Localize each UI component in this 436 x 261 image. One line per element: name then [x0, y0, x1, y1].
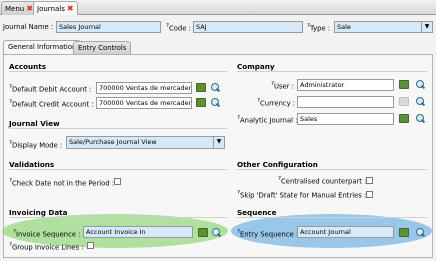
tab-entry-controls[interactable]: Entry Controls [73, 41, 132, 55]
user-label: ?User : [271, 81, 294, 90]
entry-sequence-label: ?Entry Sequence : [237, 229, 298, 238]
display-mode-label-text: Display Mode : [12, 141, 63, 150]
check-date-checkbox[interactable] [114, 178, 121, 185]
section-divider [9, 169, 227, 170]
type-select-value: Sale [337, 23, 351, 31]
folder-icon [399, 97, 409, 106]
search-icon[interactable] [212, 228, 221, 237]
default-credit-label-text: Default Credit Account : [12, 100, 94, 109]
journal-name-label: Journal Name : [3, 23, 54, 31]
folder-icon[interactable] [196, 98, 206, 107]
analytic-journal-label: ?Analytic Journal : [237, 115, 297, 124]
search-icon[interactable] [416, 80, 425, 89]
group-invoice-lines-label-text: Group Invoice Lines : [12, 243, 84, 252]
search-icon[interactable] [416, 97, 425, 106]
display-mode-value: Sale/Purchase Journal View [69, 138, 157, 146]
check-date-label-text: Check Date not in the Period : [12, 179, 115, 188]
analytic-journal-input[interactable]: Sales [297, 113, 394, 125]
default-debit-label-text: Default Debit Account : [12, 85, 92, 94]
search-icon[interactable] [211, 98, 220, 107]
type-label: ?Type : [307, 23, 330, 32]
code-label: ?Code : [166, 23, 191, 32]
entry-sequence-input[interactable]: Account Journal [297, 226, 394, 238]
type-select[interactable]: Sale [334, 21, 433, 33]
analytic-journal-label-text: Analytic Journal : [240, 116, 298, 125]
chevron-down-icon[interactable]: ▼ [421, 21, 432, 33]
section-divider [9, 217, 227, 218]
journal-name-input[interactable]: Sales Journal [56, 21, 161, 33]
user-input[interactable]: Administrator [297, 79, 394, 91]
company-section-title: Company [237, 62, 275, 71]
check-date-label: ?Check Date not in the Period : [9, 178, 114, 187]
tab-journals-label: Journals [37, 5, 65, 13]
skip-draft-label: ?Skip 'Draft' State for Manual Entries : [237, 190, 366, 199]
folder-icon[interactable] [198, 228, 208, 237]
search-icon[interactable] [416, 114, 425, 123]
skip-draft-checkbox[interactable] [366, 191, 373, 198]
default-debit-label: ?Default Debit Account : [9, 84, 91, 93]
chevron-down-icon[interactable]: ▼ [213, 136, 224, 149]
folder-icon[interactable] [399, 228, 409, 237]
other-configuration-section-title: Other Configuration [237, 160, 318, 169]
accounts-section-title: Accounts [9, 62, 46, 71]
tab-menu[interactable]: Menu ✖ [1, 1, 37, 15]
user-label-text: User : [274, 82, 294, 91]
default-credit-account-input[interactable]: 700000 Ventas de mercaderí [96, 97, 192, 109]
sequence-section-title: Sequence [237, 208, 277, 217]
folder-icon[interactable] [399, 114, 409, 123]
centralised-counterpart-label: ?Centralised counterpart : [278, 176, 366, 185]
section-divider [237, 71, 427, 72]
default-debit-account-input[interactable]: 700000 Ventas de mercaderí [96, 82, 192, 94]
currency-label-text: Currency : [260, 99, 296, 108]
display-mode-select[interactable]: Sale/Purchase Journal View [66, 136, 225, 149]
skip-draft-label-text: Skip 'Draft' State for Manual Entries : [240, 191, 367, 200]
tab-general-information[interactable]: General Information [3, 40, 82, 55]
centralised-counterpart-checkbox[interactable] [366, 177, 373, 184]
tab-journals[interactable]: Journals ✖ [33, 1, 78, 16]
close-icon[interactable]: ✖ [67, 4, 74, 13]
currency-label: ?Currency : [257, 98, 295, 107]
invoicing-data-section-title: Invoicing Data [9, 208, 68, 217]
section-divider [237, 217, 427, 218]
search-icon[interactable] [211, 83, 220, 92]
invoice-sequence-input[interactable]: Account Invoice In [83, 226, 193, 238]
search-icon[interactable] [416, 228, 425, 237]
invoice-sequence-label: ?Invoice Sequence : [13, 229, 80, 238]
section-divider [9, 128, 227, 129]
currency-input[interactable] [297, 96, 394, 108]
type-label-text: Type : [310, 24, 331, 33]
validations-section-title: Validations [9, 160, 55, 169]
default-credit-label: ?Default Credit Account : [9, 99, 94, 108]
folder-icon[interactable] [399, 80, 409, 89]
section-divider [9, 71, 227, 72]
journal-view-section-title: Journal View [9, 119, 60, 128]
entry-sequence-label-text: Entry Sequence : [240, 230, 299, 239]
code-label-text: Code : [169, 24, 191, 33]
display-mode-label: ?Display Mode : [9, 140, 62, 149]
code-input[interactable]: SAJ [193, 21, 303, 33]
group-invoice-lines-label: ?Group Invoice Lines : [9, 242, 84, 251]
centralised-counterpart-label-text: Centralised counterpart : [281, 177, 367, 186]
tab-menu-label: Menu [5, 5, 25, 13]
section-divider [237, 169, 427, 170]
invoice-sequence-label-text: Invoice Sequence : [16, 230, 81, 239]
close-icon[interactable]: ✖ [26, 4, 33, 13]
group-invoice-lines-checkbox[interactable] [87, 242, 94, 249]
folder-icon[interactable] [196, 83, 206, 92]
